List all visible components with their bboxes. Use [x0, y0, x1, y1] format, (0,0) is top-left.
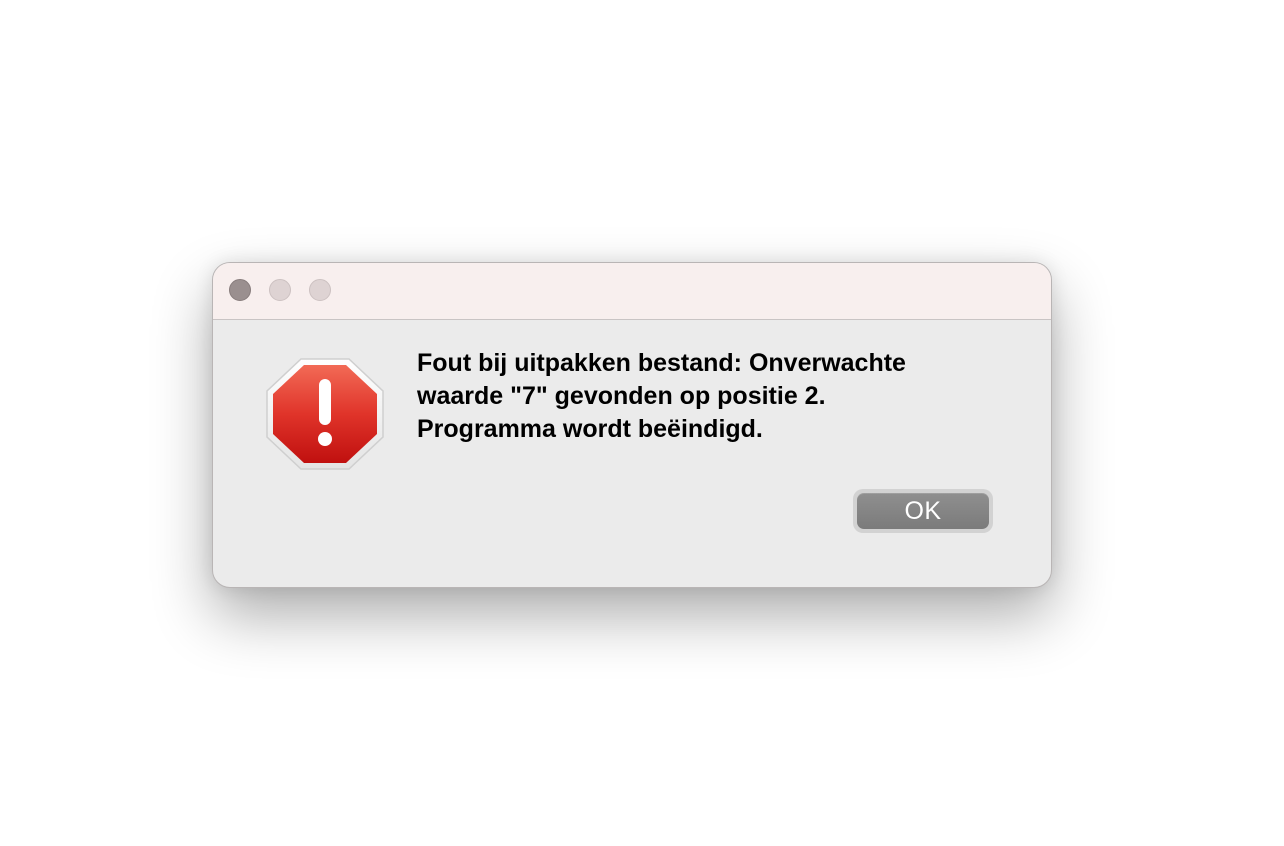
- title-bar: [213, 263, 1051, 320]
- ok-button[interactable]: OK: [853, 489, 993, 533]
- minimize-window-button[interactable]: [269, 279, 291, 301]
- ok-button-label: OK: [857, 493, 989, 529]
- stop-sign-exclamation-icon: [265, 357, 385, 471]
- desktop-background: Fout bij uitpakken bestand: Onverwachte …: [0, 0, 1284, 846]
- alert-message: Fout bij uitpakken bestand: Onverwachte …: [417, 349, 906, 443]
- close-window-button[interactable]: [229, 279, 251, 301]
- alert-dialog: Fout bij uitpakken bestand: Onverwachte …: [212, 262, 1052, 588]
- zoom-window-button[interactable]: [309, 279, 331, 301]
